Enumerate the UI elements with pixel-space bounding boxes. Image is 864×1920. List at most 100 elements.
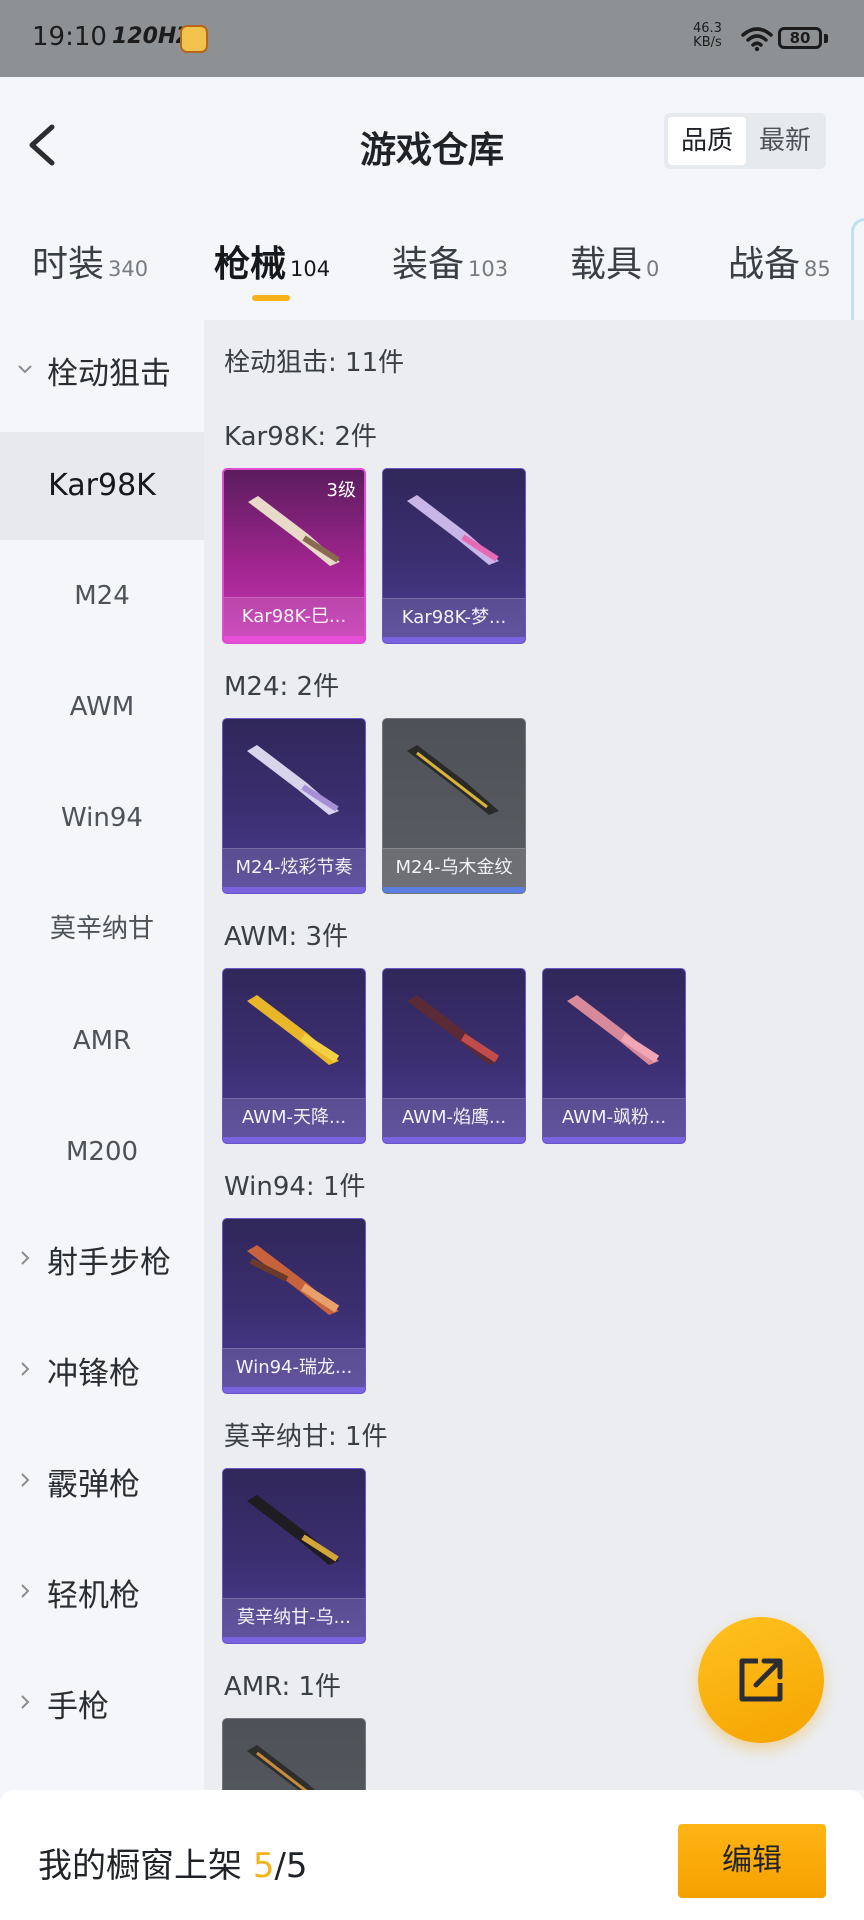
sidebar-item-m200[interactable]: M200	[0, 1098, 204, 1206]
active-tab-indicator	[252, 295, 290, 301]
sidebar-group-smg[interactable]: 冲锋枪	[0, 1320, 204, 1428]
sidebar-group-shotgun[interactable]: 霰弹枪	[0, 1431, 204, 1539]
sidebar-item-awm[interactable]: AWM	[0, 653, 204, 761]
sidebar: 栓动狙击 Kar98K M24 AWM Win94 莫辛纳甘 AMR M200 …	[0, 320, 204, 1790]
sidebar-item-label: Win94	[61, 803, 143, 833]
tab-vehicles[interactable]: 载具 0	[570, 235, 659, 287]
sidebar-group-label: 霰弹枪	[47, 1467, 140, 1503]
weapon-card[interactable]: 莫辛纳甘-乌...	[222, 1468, 366, 1644]
rarity-stripe	[383, 637, 525, 643]
section-title: Win94: 1件	[224, 1172, 366, 1202]
sidebar-item-label: AMR	[72, 1026, 132, 1056]
net-speed-unit: KB/s	[693, 35, 722, 50]
app-notification-icon	[180, 25, 208, 53]
sidebar-item-label: 莫辛纳甘	[49, 914, 154, 944]
tab-equipment[interactable]: 装备 103	[392, 235, 508, 287]
chevron-down-icon	[18, 365, 32, 374]
sidebar-item-label: M200	[65, 1137, 139, 1167]
weapon-name: Win94-瑞龙...	[235, 1357, 353, 1378]
rarity-stripe	[223, 887, 365, 893]
weapon-name: Kar98K-巳...	[241, 606, 347, 627]
weapon-name: AWM-飒粉...	[561, 1107, 667, 1128]
weapon-name: AWM-焰鹰...	[401, 1107, 507, 1128]
sidebar-group-label: 栓动狙击	[47, 356, 171, 392]
share-fab-button[interactable]	[698, 1617, 824, 1743]
tab-count: 103	[468, 257, 509, 281]
section-title: Kar98K: 2件	[224, 422, 377, 452]
weapon-card[interactable]: AWM-天降...	[222, 968, 366, 1144]
sort-toggle: 品质 最新	[664, 113, 826, 169]
tab-gear[interactable]: 战备 85	[728, 235, 831, 287]
weapon-card[interactable]: AWM-焰鹰...	[382, 968, 526, 1144]
showcase-total: /5	[274, 1846, 308, 1886]
sidebar-item-kar98k[interactable]: Kar98K	[0, 432, 204, 540]
weapon-card[interactable]: M24-乌木金纹	[382, 718, 526, 894]
weapon-card[interactable]: Win94-瑞龙...	[222, 1218, 366, 1394]
edit-button[interactable]: 编辑	[678, 1824, 826, 1898]
chevron-right-icon	[21, 1251, 30, 1265]
showcase-status: 我的橱窗上架 5/5	[38, 1838, 308, 1887]
rifle-icon	[407, 995, 500, 1065]
tab-count: 85	[804, 257, 831, 281]
sidebar-item-amr[interactable]: AMR	[0, 987, 204, 1095]
weapon-list: 栓动狙击: 11件 Kar98K: 2件 3级 Kar98K-巳... Kar9…	[204, 320, 864, 1790]
tab-count: 0	[646, 257, 660, 281]
weapon-name: 莫辛纳甘-乌...	[237, 1607, 351, 1628]
weapon-card[interactable]: Kar98K-梦...	[382, 468, 526, 644]
rarity-stripe	[223, 1137, 365, 1143]
tab-label: 枪械	[214, 244, 287, 285]
wifi-icon	[741, 27, 773, 52]
status-time: 19:10	[32, 22, 107, 52]
chevron-right-icon	[21, 1362, 30, 1376]
rifle-icon	[247, 1745, 315, 1790]
sort-quality-button[interactable]: 品质	[668, 117, 746, 165]
sidebar-group-label: 轻机枪	[47, 1578, 140, 1614]
weapon-card[interactable]	[222, 1718, 366, 1790]
rarity-stripe	[223, 1387, 365, 1393]
battery-icon: 80	[778, 27, 822, 49]
rifle-icon	[567, 995, 660, 1065]
rarity-stripe	[383, 887, 525, 893]
tab-label: 时装	[32, 244, 105, 285]
tab-fashion[interactable]: 时装 340	[32, 235, 148, 287]
rifle-icon	[247, 995, 340, 1065]
rifle-icon	[247, 1495, 339, 1565]
rarity-stripe	[543, 1137, 685, 1143]
tab-count: 340	[108, 257, 149, 281]
battery-tip	[824, 34, 828, 43]
tab-count: 104	[290, 257, 331, 281]
sort-newest-button[interactable]: 最新	[746, 117, 824, 165]
weapon-card[interactable]: 3级 Kar98K-巳...	[222, 468, 366, 644]
sidebar-group-label: 射手步枪	[47, 1245, 171, 1281]
bottom-bar: 我的橱窗上架 5/5 编辑	[0, 1790, 864, 1920]
showcase-label: 我的橱窗上架	[38, 1846, 242, 1886]
rifle-icon	[407, 745, 499, 815]
sidebar-item-win94[interactable]: Win94	[0, 764, 204, 872]
weapon-name: Kar98K-梦...	[401, 607, 507, 628]
sidebar-item-label: Kar98K	[48, 468, 156, 503]
category-title: 栓动狙击: 11件	[224, 348, 405, 378]
sidebar-group-lmg[interactable]: 轻机枪	[0, 1542, 204, 1650]
sidebar-group-pistol[interactable]: 手枪	[0, 1653, 204, 1761]
level-badge: 3级	[326, 480, 356, 501]
weapon-card[interactable]: AWM-飒粉...	[542, 968, 686, 1144]
chevron-right-icon	[21, 1695, 30, 1709]
sidebar-item-mosin[interactable]: 莫辛纳甘	[0, 875, 204, 983]
tab-guns[interactable]: 枪械 104	[214, 235, 330, 287]
section-title: 莫辛纳甘: 1件	[224, 1422, 388, 1452]
section-title: AWM: 3件	[224, 922, 349, 952]
sidebar-item-label: M24	[74, 581, 130, 611]
sidebar-item-m24[interactable]: M24	[0, 542, 204, 650]
net-speed-value: 46.3	[693, 21, 722, 36]
section-title: AMR: 1件	[224, 1672, 342, 1702]
weapon-card[interactable]: M24-炫彩节奏	[222, 718, 366, 894]
sidebar-item-label: AWM	[69, 692, 135, 722]
sidebar-group-bolt-action[interactable]: 栓动狙击	[0, 320, 204, 428]
sidebar-group-dmr[interactable]: 射手步枪	[0, 1209, 204, 1317]
rifle-icon	[248, 496, 340, 566]
showcase-count: 5	[252, 1846, 275, 1886]
chevron-right-icon	[21, 1584, 30, 1598]
category-tabs: 时装 340 枪械 104 装备 103 载具 0 战备 85	[0, 205, 864, 320]
status-bar: 19:10 120HZ 46.3 KB/s 80	[0, 0, 864, 77]
rifle-icon	[247, 745, 339, 815]
